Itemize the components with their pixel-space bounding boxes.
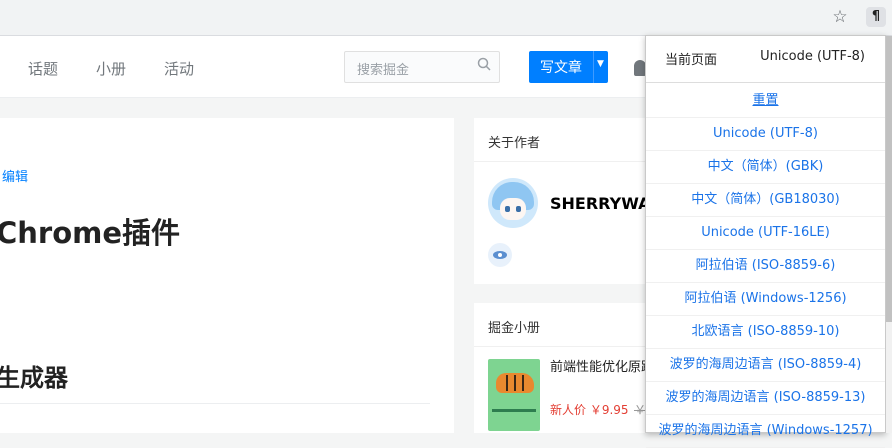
scrollbar-thumb[interactable] <box>886 36 892 322</box>
browser-toolbar: ☆ ¶ <box>0 0 892 36</box>
nav-item-booklets[interactable]: 小册 <box>96 58 126 79</box>
page-scrollbar[interactable] <box>886 36 892 433</box>
author-card-title: 关于作者 <box>488 136 541 151</box>
divider <box>0 403 430 404</box>
current-page-label: 当前页面 <box>665 53 718 68</box>
chevron-down-icon[interactable]: ▼ <box>597 59 604 69</box>
edit-link[interactable]: 编辑 <box>2 166 28 185</box>
booklet-card-title: 掘金小册 <box>488 321 541 336</box>
encoding-option[interactable]: 波罗的海周边语言 (ISO-8859-4) <box>646 349 885 382</box>
search-placeholder: 搜索掘金 <box>357 63 410 78</box>
current-encoding-value: Unicode (UTF-8) <box>760 49 865 64</box>
write-article-button[interactable]: 写文章 ▼ <box>529 51 608 83</box>
bookmark-star-icon[interactable]: ☆ <box>831 8 849 26</box>
search-icon[interactable] <box>477 57 491 71</box>
search-input[interactable]: 搜索掘金 <box>344 51 500 83</box>
encoding-option[interactable]: 波罗的海周边语言 (Windows-1257) <box>646 415 885 448</box>
author-name[interactable]: SHERRYWA <box>550 194 651 213</box>
nav-item-topics[interactable]: 话题 <box>28 58 58 79</box>
book-price: 新人价 ￥9.95 <box>550 403 629 417</box>
encoding-list: 重置 Unicode (UTF-8) 中文（简体）(GBK) 中文（简体）(GB… <box>646 85 885 448</box>
divider <box>474 346 654 347</box>
book-cover-image[interactable] <box>488 359 540 431</box>
booklet-card: 掘金小册 前端性能优化原践 新人价 ￥9.95 ￥ <box>474 303 654 433</box>
encoding-option[interactable]: 北欧语言 (ISO-8859-10) <box>646 316 885 349</box>
article-panel: 编辑 Chrome插件 生成器 <box>0 118 454 433</box>
avatar[interactable] <box>488 178 538 228</box>
nav-item-events[interactable]: 活动 <box>164 58 194 79</box>
charset-extension-icon[interactable]: ¶ <box>866 7 886 27</box>
encoding-option[interactable]: 阿拉伯语 (ISO-8859-6) <box>646 250 885 283</box>
encoding-option[interactable]: 中文（简体）(GBK) <box>646 151 885 184</box>
eye-icon <box>488 243 512 267</box>
author-card: 关于作者 SHERRYWA <box>474 118 654 284</box>
encoding-option[interactable]: 波罗的海周边语言 (ISO-8859-13) <box>646 382 885 415</box>
write-article-label: 写文章 <box>540 60 582 76</box>
current-encoding-header: 当前页面 Unicode (UTF-8) <box>646 36 885 83</box>
encoding-option[interactable]: Unicode (UTF-16LE) <box>646 217 885 250</box>
charset-popup: 当前页面 Unicode (UTF-8) 重置 Unicode (UTF-8) … <box>645 35 886 448</box>
article-heading: 生成器 <box>0 364 68 392</box>
encoding-option[interactable]: 阿拉伯语 (Windows-1256) <box>646 283 885 316</box>
reset-encoding-button[interactable]: 重置 <box>646 85 885 118</box>
book-title[interactable]: 前端性能优化原践 <box>550 359 654 377</box>
divider <box>474 161 654 162</box>
encoding-option[interactable]: 中文（简体）(GB18030) <box>646 184 885 217</box>
article-title: Chrome插件 <box>0 216 181 250</box>
button-divider <box>593 51 594 83</box>
encoding-option[interactable]: Unicode (UTF-8) <box>646 118 885 151</box>
